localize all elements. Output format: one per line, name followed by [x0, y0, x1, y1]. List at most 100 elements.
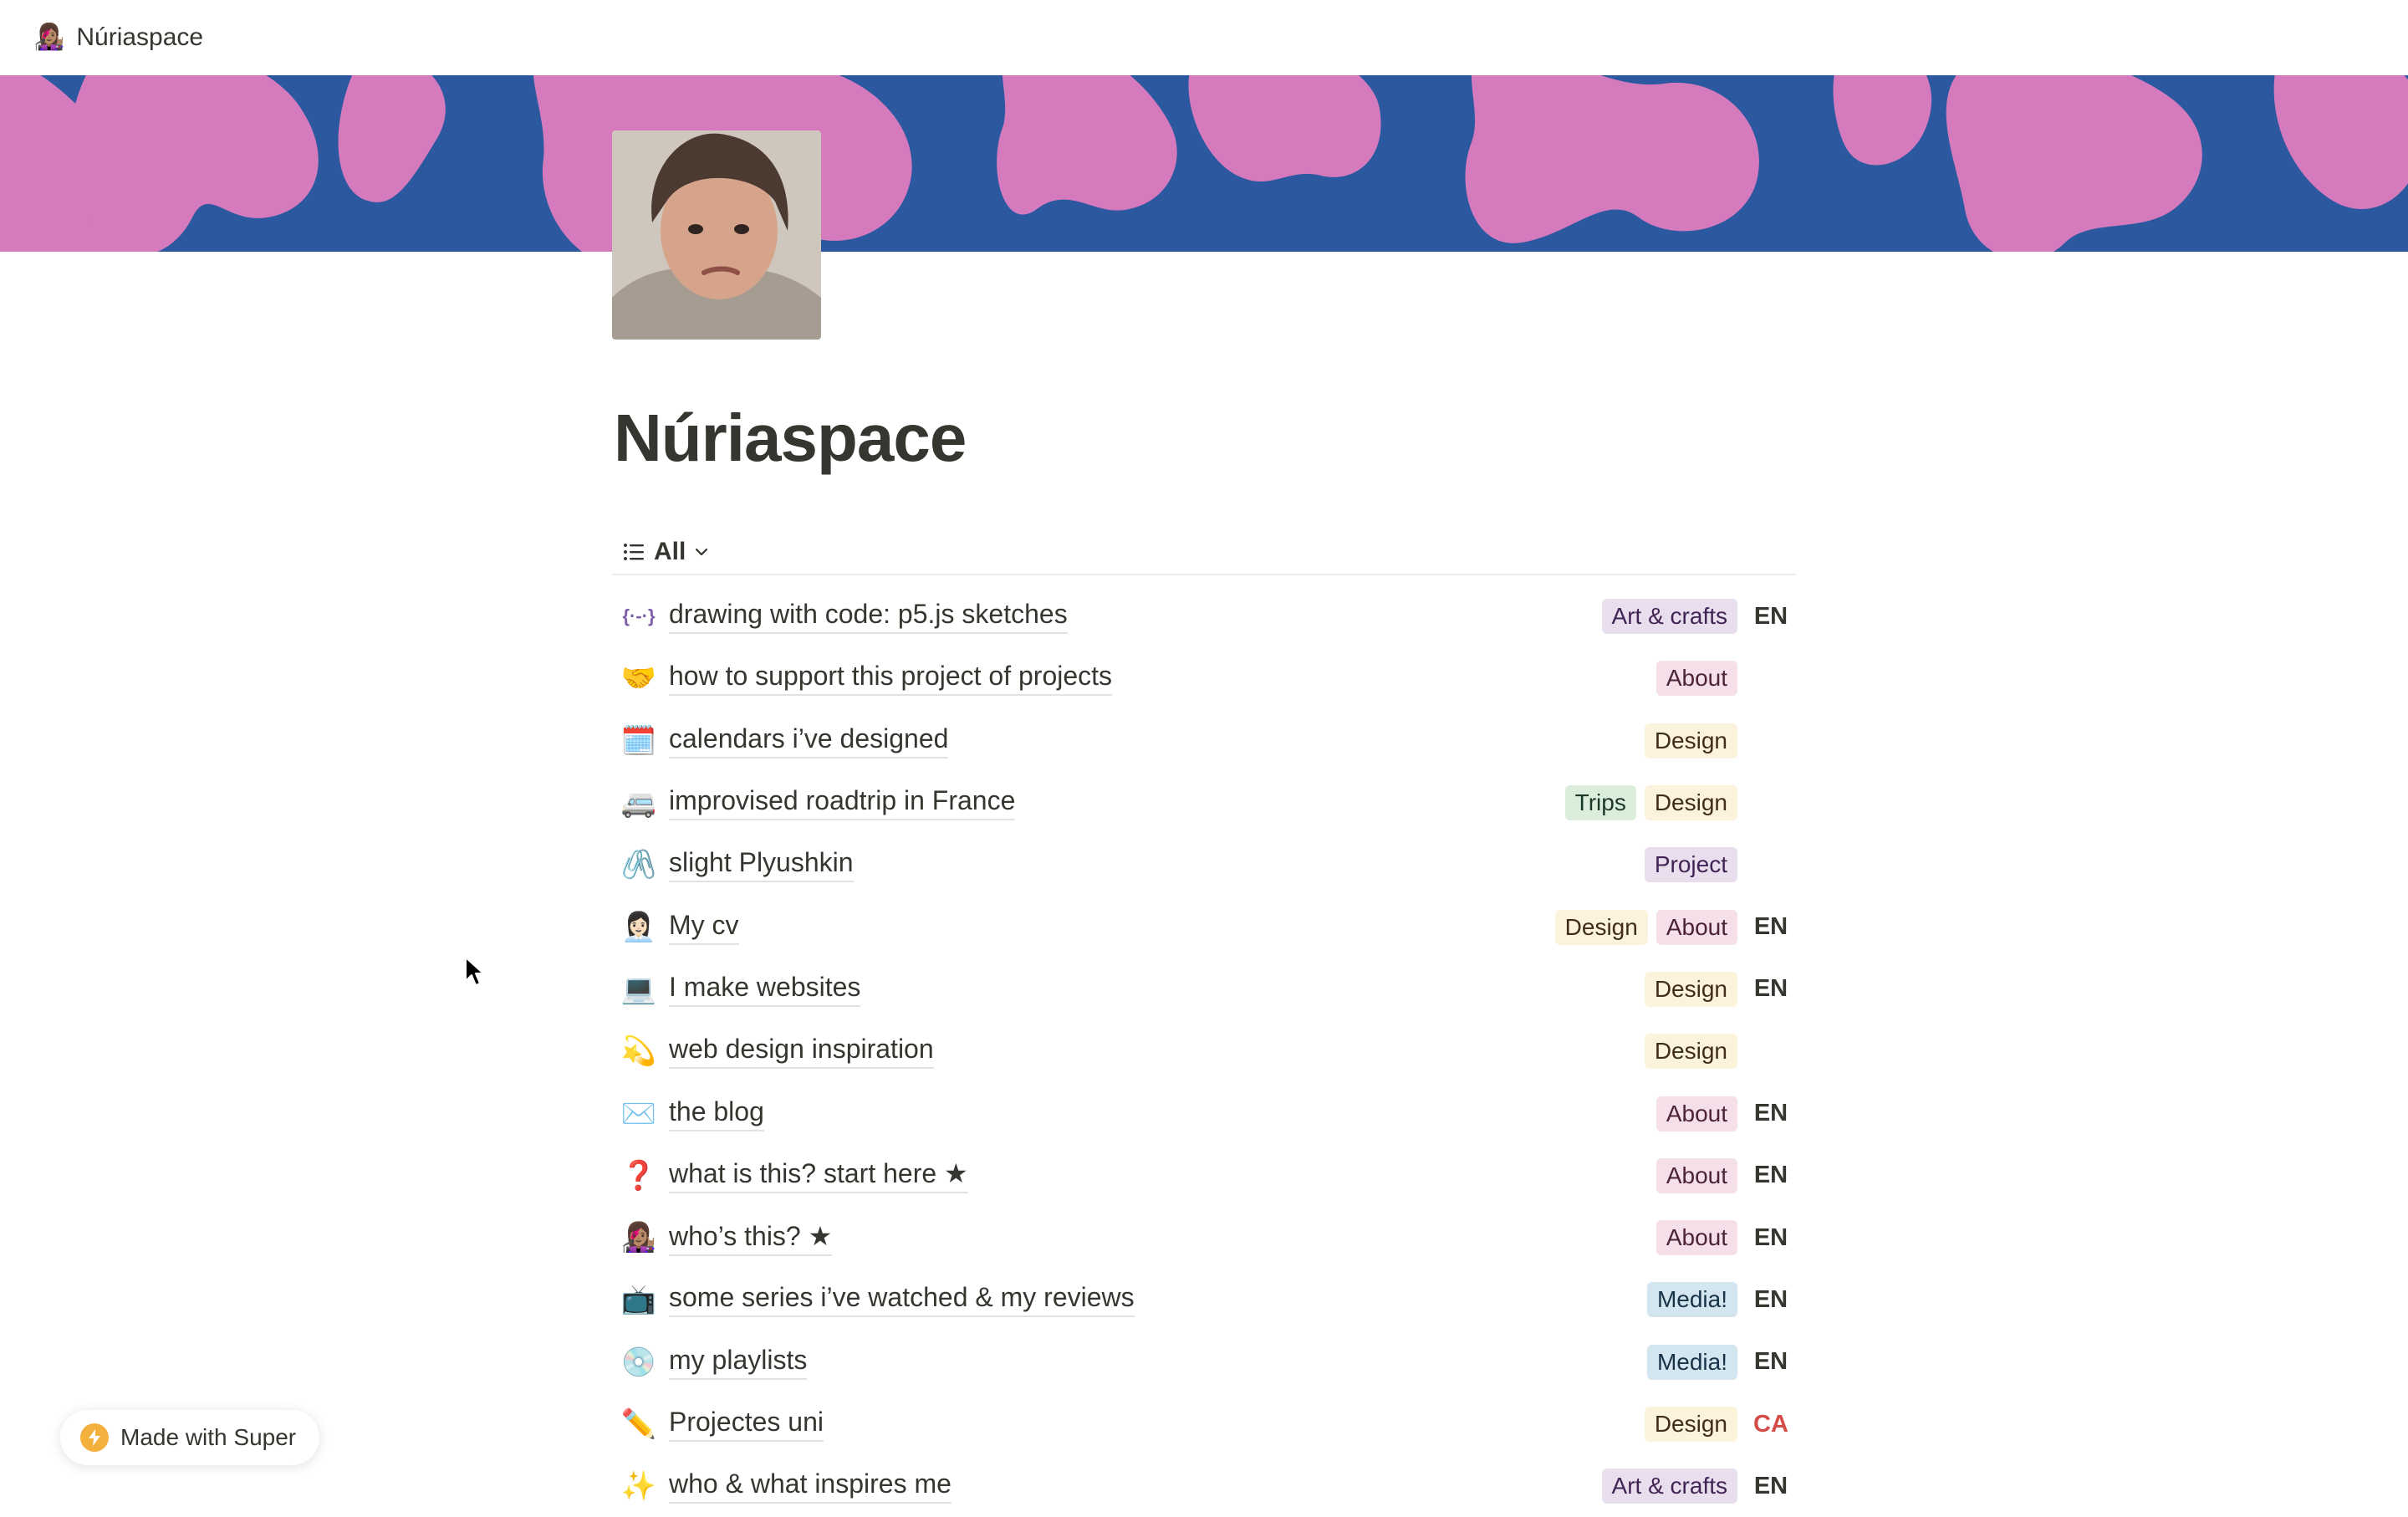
- item-title-link[interactable]: drawing with code: p5.js sketches: [669, 599, 1068, 635]
- tag-badge: Design: [1554, 909, 1648, 945]
- list-item[interactable]: 🖇️ slight Plyushkin Project: [612, 834, 1796, 896]
- language-label: EN: [1753, 1100, 1788, 1127]
- tag-list: Trips Design: [1564, 785, 1737, 821]
- item-emoji-icon: 💿: [620, 1346, 657, 1378]
- site-title[interactable]: Núriaspace: [76, 23, 203, 52]
- language-label: EN: [1753, 1348, 1788, 1376]
- item-properties: Design: [1644, 1020, 1796, 1082]
- language-label: CA: [1753, 1410, 1788, 1438]
- tag-badge: Media!: [1646, 1282, 1737, 1318]
- item-title-link[interactable]: slight Plyushkin: [669, 847, 854, 883]
- tag-list: About: [1656, 1220, 1737, 1256]
- item-emoji-icon: 🗓️: [620, 724, 657, 757]
- language-label: EN: [1753, 1472, 1788, 1499]
- item-title-link[interactable]: who’s this? ★: [669, 1220, 833, 1256]
- item-title-link[interactable]: web design inspiration: [669, 1034, 934, 1070]
- view-selector[interactable]: All: [622, 535, 709, 569]
- language-label: EN: [1753, 913, 1788, 941]
- language-label: EN: [1753, 975, 1788, 1003]
- tag-badge: About: [1656, 661, 1737, 697]
- item-properties: Project: [1644, 834, 1796, 896]
- cover-image: [0, 75, 2408, 252]
- list-item[interactable]: 💻 I make websites Design EN: [612, 958, 1796, 1020]
- item-title-link[interactable]: My cv: [669, 910, 739, 945]
- tag-list: About: [1656, 1157, 1737, 1193]
- item-emoji-icon: 🚐: [620, 787, 657, 820]
- made-with-super-badge[interactable]: Made with Super: [60, 1410, 320, 1465]
- tag-badge: Design: [1644, 971, 1737, 1007]
- list-item[interactable]: 🚐 improvised roadtrip in France Trips Desig…: [612, 772, 1796, 834]
- list-item[interactable]: ✨ who & what inspires me Art & crafts EN: [612, 1455, 1796, 1517]
- item-title-link[interactable]: who & what inspires me: [669, 1468, 951, 1504]
- item-emoji-icon: ✨: [620, 1470, 657, 1503]
- list-item[interactable]: 🤝 how to support this project of projects…: [612, 647, 1796, 709]
- tag-badge: Media!: [1646, 1344, 1737, 1380]
- list-item[interactable]: ✉️ the blog About EN: [612, 1082, 1796, 1144]
- item-emoji-icon: 💫: [620, 1035, 657, 1068]
- profile-photo: [612, 130, 821, 340]
- language-label: EN: [1753, 1162, 1788, 1189]
- tag-badge: About: [1656, 1220, 1737, 1256]
- item-properties: About: [1656, 647, 1796, 709]
- tag-badge: Art & crafts: [1601, 599, 1737, 635]
- tag-badge: About: [1656, 1157, 1737, 1193]
- made-with-super-label: Made with Super: [120, 1424, 297, 1450]
- item-emoji-icon: ✉️: [620, 1097, 657, 1130]
- tag-badge: Design: [1644, 785, 1737, 821]
- language-label: EN: [1753, 1223, 1788, 1251]
- item-emoji-icon: 🖇️: [620, 849, 657, 881]
- tag-list: Project: [1644, 847, 1737, 883]
- view-label: All: [654, 538, 686, 565]
- list-item[interactable]: {·-·} drawing with code: p5.js sketches Ar…: [612, 585, 1796, 647]
- item-properties: About EN: [1656, 1145, 1796, 1207]
- list-item[interactable]: 👩🏻‍💼 My cv Design About EN: [612, 896, 1796, 958]
- item-title-link[interactable]: some series i’ve watched & my reviews: [669, 1282, 1135, 1318]
- language-label: EN: [1753, 602, 1788, 630]
- list-item[interactable]: 🗓️ calendars i’ve designed Design: [612, 710, 1796, 772]
- tag-badge: Design: [1644, 1034, 1737, 1070]
- item-properties: Design: [1644, 710, 1796, 772]
- tag-list: About: [1656, 1096, 1737, 1131]
- tag-list: Art & crafts: [1601, 1468, 1737, 1504]
- bolt-icon: [80, 1423, 109, 1452]
- tag-list: Media!: [1646, 1282, 1737, 1318]
- list-item[interactable]: 👩🏽‍🎤 who’s this? ★ About EN: [612, 1207, 1796, 1269]
- item-properties: Design About EN: [1554, 896, 1796, 958]
- tag-list: Design About: [1554, 909, 1737, 945]
- list-item[interactable]: 💫 web design inspiration Design: [612, 1020, 1796, 1082]
- mouse-cursor-icon: [465, 957, 484, 986]
- item-emoji-icon: {·-·}: [622, 605, 656, 627]
- list-item[interactable]: ❓ what is this? start here ★ About EN: [612, 1145, 1796, 1207]
- item-title-link[interactable]: the blog: [669, 1096, 764, 1131]
- tag-list: Art & crafts: [1601, 599, 1737, 635]
- item-emoji-icon: ❓: [620, 1159, 657, 1192]
- list-item[interactable]: 📺 some series i’ve watched & my reviews Me…: [612, 1269, 1796, 1331]
- item-title-link[interactable]: I make websites: [669, 972, 861, 1007]
- list-item[interactable]: ✏️ Projectes uni Design CA: [612, 1393, 1796, 1455]
- item-properties: About EN: [1656, 1207, 1796, 1269]
- tag-badge: Trips: [1564, 785, 1636, 821]
- item-properties: About EN: [1656, 1082, 1796, 1144]
- item-title-link[interactable]: my playlists: [669, 1345, 808, 1380]
- site-icon[interactable]: 👩🏽‍🎤: [33, 25, 64, 50]
- item-title-link[interactable]: improvised roadtrip in France: [669, 785, 1016, 821]
- item-title-link[interactable]: Projectes uni: [669, 1407, 824, 1442]
- item-title-link[interactable]: what is this? start here ★: [669, 1157, 968, 1194]
- item-properties: Art & crafts EN: [1601, 1455, 1796, 1517]
- item-title-link[interactable]: calendars i’ve designed: [669, 723, 949, 758]
- item-properties: Art & crafts EN: [1601, 585, 1796, 647]
- tag-badge: About: [1656, 909, 1737, 945]
- page-list: {·-·} drawing with code: p5.js sketches Ar…: [612, 585, 1796, 1517]
- tag-list: About: [1656, 661, 1737, 697]
- language-label: EN: [1753, 1285, 1788, 1313]
- item-properties: Design EN: [1644, 958, 1796, 1020]
- list-item[interactable]: 💿 my playlists Media! EN: [612, 1331, 1796, 1393]
- item-emoji-icon: 💻: [620, 973, 657, 1005]
- tag-list: Design: [1644, 723, 1737, 758]
- item-properties: Design CA: [1644, 1393, 1796, 1455]
- page-title: Núriaspace: [614, 401, 967, 475]
- item-title-link[interactable]: how to support this project of projects: [669, 661, 1113, 697]
- divider: [612, 574, 1796, 575]
- tag-list: Design: [1644, 1034, 1737, 1070]
- tag-badge: About: [1656, 1096, 1737, 1131]
